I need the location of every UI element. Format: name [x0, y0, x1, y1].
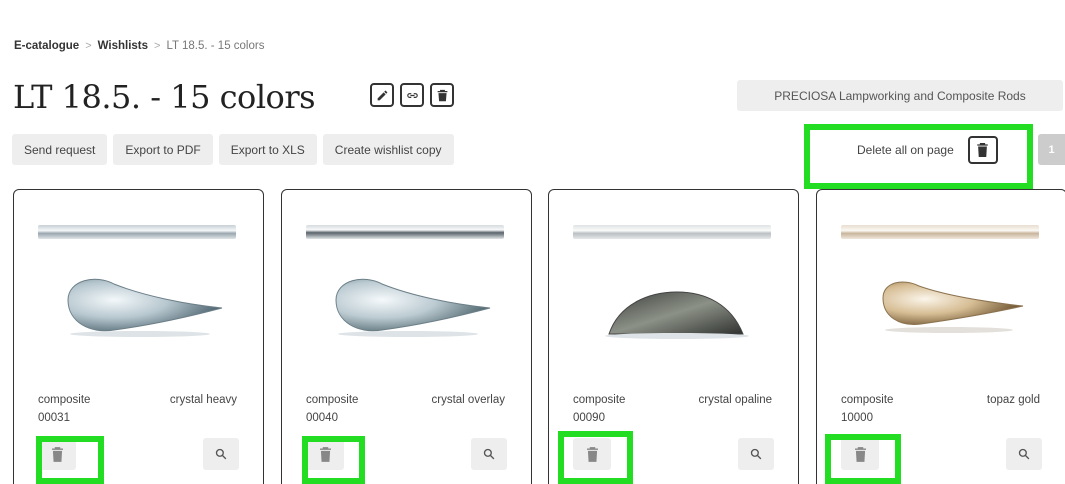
breadcrumb-ecatalogue[interactable]: E-catalogue	[14, 40, 79, 52]
product-card: composite topaz gold 10000	[816, 189, 1065, 484]
product-type: composite	[841, 394, 894, 406]
product-card: composite crystal overlay 00040	[281, 189, 532, 484]
product-image	[335, 278, 491, 337]
zoom-button[interactable]	[471, 438, 507, 470]
product-type: composite	[306, 394, 359, 406]
product-color: topaz gold	[986, 394, 1040, 406]
product-card: composite crystal heavy 00031	[13, 189, 264, 484]
trash-icon	[586, 446, 598, 462]
pencil-icon	[377, 90, 387, 100]
product-image	[605, 291, 749, 339]
trash-icon	[51, 446, 63, 462]
product-code: 10000	[841, 412, 873, 424]
trash-icon	[319, 446, 331, 462]
delete-all-label: Delete all on page	[857, 143, 954, 157]
rod-image	[573, 225, 771, 239]
create-wishlist-copy-button[interactable]: Create wishlist copy	[322, 134, 454, 165]
title-actions	[370, 83, 454, 107]
page-number[interactable]: 1	[1038, 134, 1065, 165]
product-grid: composite crystal heavy 00031 composite …	[13, 189, 1065, 484]
magnifier-icon	[1018, 448, 1030, 460]
remove-item-button[interactable]	[306, 438, 344, 470]
magnifier-icon	[215, 448, 227, 460]
magnifier-icon	[483, 448, 495, 460]
rod-image	[38, 225, 236, 239]
trash-icon	[854, 446, 866, 462]
product-color: crystal overlay	[431, 394, 506, 406]
send-request-button[interactable]: Send request	[12, 134, 108, 165]
remove-item-button[interactable]	[38, 438, 76, 470]
breadcrumb-wishlists[interactable]: Wishlists	[98, 40, 148, 52]
product-image	[67, 278, 223, 337]
product-type: composite	[38, 394, 91, 406]
category-button[interactable]: PRECIOSA Lampworking and Composite Rods	[737, 80, 1063, 111]
product-card: composite crystal opaline 00090	[548, 189, 799, 484]
breadcrumb-current: LT 18.5. - 15 colors	[166, 40, 265, 52]
breadcrumb-separator: >	[85, 40, 92, 52]
product-code: 00090	[573, 412, 605, 424]
page-title: LT 18.5. - 15 colors	[13, 78, 316, 116]
remove-item-button[interactable]	[841, 438, 879, 470]
rod-image	[306, 225, 504, 239]
product-code: 00040	[306, 412, 338, 424]
product-image	[882, 281, 1024, 333]
trash-icon	[437, 89, 447, 101]
export-pdf-button[interactable]: Export to PDF	[113, 134, 213, 165]
page: E-catalogue > Wishlists > LT 18.5. - 15 …	[0, 0, 1065, 484]
delete-all-area: Delete all on page	[857, 136, 998, 164]
product-color: crystal opaline	[698, 394, 772, 406]
product-type: composite	[573, 394, 626, 406]
delete-wishlist-button[interactable]	[430, 83, 454, 107]
export-xls-button[interactable]: Export to XLS	[218, 134, 317, 165]
edit-wishlist-button[interactable]	[370, 83, 394, 107]
delete-all-button[interactable]	[967, 136, 998, 164]
breadcrumb-separator: >	[154, 40, 161, 52]
breadcrumb: E-catalogue > Wishlists > LT 18.5. - 15 …	[14, 40, 264, 52]
action-bar: Send request Export to PDF Export to XLS…	[12, 134, 454, 165]
magnifier-icon	[750, 448, 762, 460]
rod-image	[841, 225, 1039, 239]
zoom-button[interactable]	[1006, 438, 1042, 470]
product-color: crystal heavy	[169, 394, 237, 406]
zoom-button[interactable]	[203, 438, 239, 470]
remove-item-button[interactable]	[573, 438, 611, 470]
zoom-button[interactable]	[738, 438, 774, 470]
product-code: 00031	[38, 412, 70, 424]
link-icon	[406, 92, 418, 98]
share-link-button[interactable]	[400, 83, 424, 107]
trash-icon	[977, 143, 988, 157]
